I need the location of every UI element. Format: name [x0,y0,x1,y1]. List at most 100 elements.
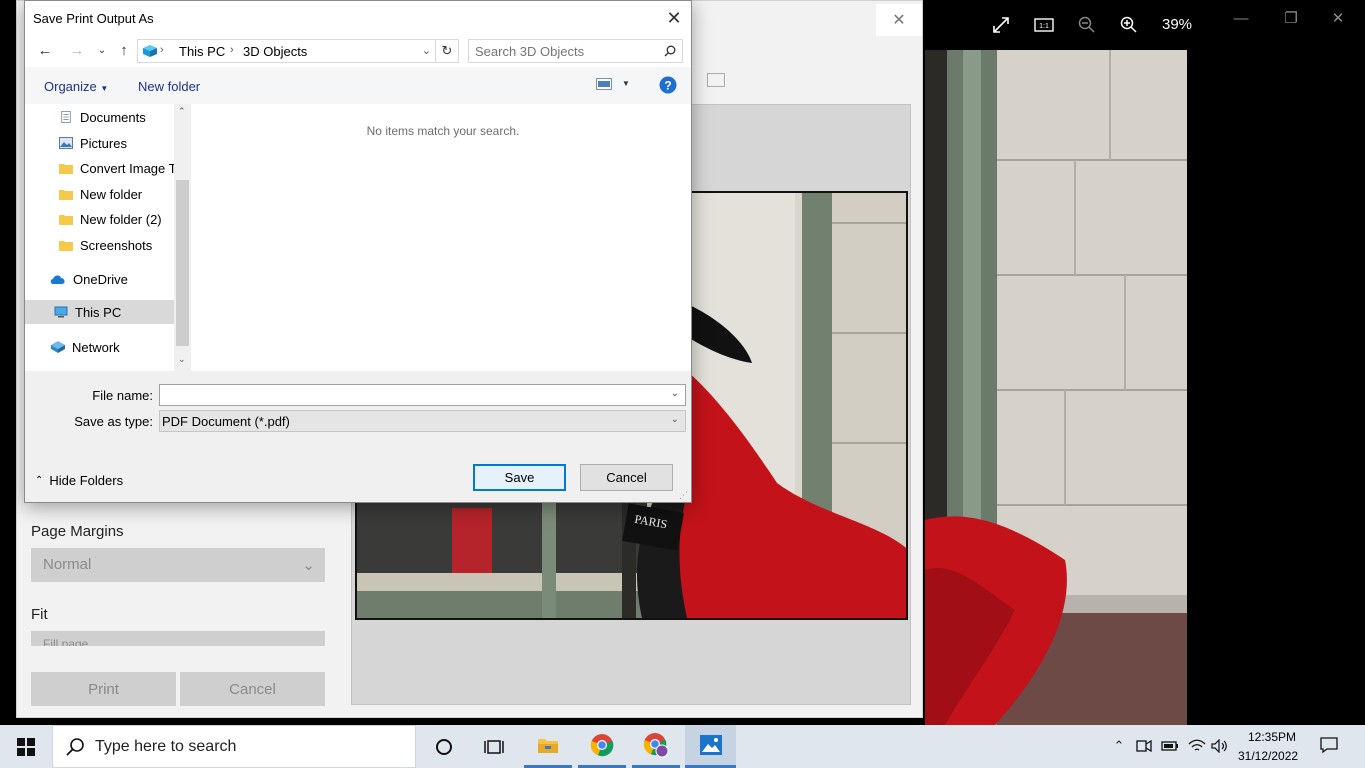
scroll-thumb[interactable] [176,180,189,346]
tree-item-pictures[interactable]: Pictures 📌 [59,131,191,155]
task-view-icon[interactable] [470,725,518,768]
restore-icon[interactable]: ❐ [1280,10,1302,27]
fit-select[interactable]: Fill page [31,631,325,646]
close-icon[interactable]: ✕ [657,1,691,35]
recent-locations-chevron-icon[interactable]: ⌄ [93,41,111,59]
notifications-icon[interactable] [1320,736,1338,754]
documents-icon [61,111,71,123]
tree-item-network[interactable]: Network [51,335,191,359]
cortana-icon[interactable] [420,725,468,768]
print-close-icon[interactable]: ✕ [876,4,922,36]
file-name-field[interactable]: ⌄ [159,384,686,406]
cancel-button[interactable]: Cancel [580,464,673,491]
main-photo-image [925,50,1187,725]
chevron-down-icon: ⌄ [302,557,315,574]
help-icon[interactable]: ? [659,76,677,97]
scroll-down-icon[interactable]: ⌄ [178,354,186,365]
tree-item-documents[interactable]: Documents 📌 [59,105,191,129]
command-bar: Organize ▼ New folder ▼ ? [25,67,691,104]
hide-folders-toggle[interactable]: ⌃ Hide Folders [35,473,123,488]
file-name-dropdown-icon[interactable]: ⌄ [671,388,679,399]
full-screen-icon[interactable] [989,13,1013,37]
tree-item-label: New folder (2) [80,211,162,227]
dialog-titlebar: Save Print Output As ✕ [25,1,691,35]
up-arrow-icon[interactable]: ↑ [115,41,133,59]
fit-to-page-icon[interactable] [707,73,725,87]
save-as-type-value: PDF Document (*.pdf) [162,414,290,429]
show-hidden-icons-icon[interactable]: ⌃ [1110,737,1128,755]
search-icon [664,45,676,57]
save-as-type-label: Save as type: [74,414,153,429]
battery-icon[interactable] [1161,737,1179,755]
tree-item-label: New folder [80,186,143,202]
search-input[interactable] [475,44,655,59]
organize-label: Organize [44,79,97,94]
file-explorer-icon[interactable] [524,725,572,768]
search-box[interactable] [468,39,683,63]
print-cancel-button[interactable]: Cancel [180,672,325,706]
print-button[interactable]: Print [31,672,176,706]
organize-menu[interactable]: Organize ▼ [44,79,108,94]
chrome-profile-icon[interactable] [632,725,680,768]
folder-icon [59,215,73,225]
tree-item-convert-image[interactable]: Convert Image T [59,156,191,180]
start-button[interactable] [0,725,52,768]
photos-toolbar: 1:1 39% — ❐ ✕ [925,0,1365,50]
tree-item-onedrive[interactable]: OneDrive [50,267,191,291]
zoom-level: 39% [1162,16,1193,33]
breadcrumb-this-pc[interactable]: This PC [179,44,225,59]
page-margins-select[interactable]: Normal ⌄ [31,548,325,582]
view-options-dropdown-icon[interactable]: ▼ [622,79,630,88]
address-bar[interactable]: › This PC › 3D Objects ⌄ [137,39,436,63]
organize-dropdown-icon: ▼ [100,84,109,93]
forward-arrow-icon[interactable]: → [68,41,86,59]
clock-date[interactable]: 31/12/2022 [1238,749,1298,763]
empty-message: No items match your search. [366,124,520,138]
zoom-in-icon[interactable] [1117,13,1141,37]
back-arrow-icon[interactable]: ← [36,41,54,59]
taskbar: Type here to search ⌃ 12:35PM 31/12/2022 [0,725,1365,768]
page-margins-value: Normal [43,556,92,573]
page-margins-label: Page Margins [31,523,124,540]
wifi-icon[interactable] [1188,737,1206,755]
volume-icon[interactable] [1211,737,1229,755]
tree-item-this-pc[interactable]: This PC [25,300,174,324]
navigation-scrollbar[interactable]: ⌃ ⌄ [174,104,191,371]
chrome-icon[interactable] [578,725,626,768]
windows-logo-icon [17,737,35,756]
close-app-icon[interactable]: ✕ [1327,10,1349,27]
search-icon [66,738,84,756]
actual-size-icon[interactable]: 1:1 [1032,13,1056,37]
save-as-type-select[interactable]: PDF Document (*.pdf) ⌄ [159,410,686,432]
tree-item-new-folder[interactable]: New folder [59,182,191,206]
file-list[interactable]: No items match your search. [191,104,691,371]
tree-item-label: OneDrive [73,271,128,287]
folder-icon [59,241,73,251]
zoom-out-icon[interactable] [1075,13,1099,37]
change-view-icon[interactable] [596,78,612,93]
photos-app-icon[interactable] [685,725,736,768]
resize-grip-icon[interactable]: ⋰ [679,490,689,500]
clock-time[interactable]: 12:35PM [1248,730,1296,744]
address-dropdown-icon[interactable]: ⌄ [422,44,431,57]
save-button[interactable]: Save [473,464,566,491]
network-icon [51,341,65,353]
new-folder-button[interactable]: New folder [138,79,200,94]
save-as-dialog: Save Print Output As ✕ ← → ⌄ ↑ › This PC… [24,0,692,503]
refresh-icon[interactable]: ↻ [436,39,459,63]
tree-item-label: Network [72,339,120,355]
taskbar-search-box[interactable]: Type here to search [52,725,416,768]
onedrive-icon [50,275,65,284]
file-name-label: File name: [92,388,153,403]
chevron-up-icon: ⌃ [35,475,44,486]
this-pc-icon [54,306,68,318]
breadcrumb-3d-objects[interactable]: 3D Objects [243,44,307,59]
svg-text:1:1: 1:1 [1039,23,1049,30]
tree-item-screenshots[interactable]: Screenshots [59,233,191,257]
scroll-up-icon[interactable]: ⌃ [178,106,186,117]
tree-item-new-folder-2[interactable]: New folder (2) [59,207,191,231]
breadcrumb-separator-icon: › [230,44,234,56]
minimize-icon[interactable]: — [1230,10,1252,27]
navigation-bar: ← → ⌄ ↑ › This PC › 3D Objects ⌄ ↻ [25,35,691,67]
meet-now-icon[interactable] [1135,737,1153,755]
